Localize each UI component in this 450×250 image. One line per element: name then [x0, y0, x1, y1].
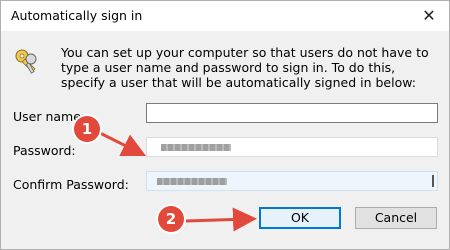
user-name-label: User name:	[13, 109, 86, 124]
password-mask	[161, 144, 231, 151]
step-2-badge: 2	[158, 206, 184, 232]
window-title: Automatically sign in	[11, 8, 143, 23]
user-name-field[interactable]	[146, 103, 438, 123]
dialog-window: Automatically sign in ✕ You can set up y…	[0, 0, 450, 250]
confirm-password-field[interactable]	[146, 171, 438, 191]
password-field[interactable]	[146, 137, 438, 157]
keys-icon	[15, 49, 37, 74]
cancel-button[interactable]: Cancel	[355, 207, 437, 229]
title-bar: Automatically sign in ✕	[1, 1, 449, 31]
dialog-body: You can set up your computer so that use…	[1, 31, 449, 249]
text-caret	[432, 175, 434, 187]
ok-button[interactable]: OK	[259, 207, 341, 229]
confirm-password-mask	[157, 178, 227, 185]
description-text: You can set up your computer so that use…	[61, 45, 429, 90]
password-label: Password:	[13, 143, 76, 158]
step-1-badge: 1	[74, 116, 100, 142]
close-icon[interactable]: ✕	[409, 1, 449, 31]
confirm-password-label: Confirm Password:	[13, 177, 129, 192]
